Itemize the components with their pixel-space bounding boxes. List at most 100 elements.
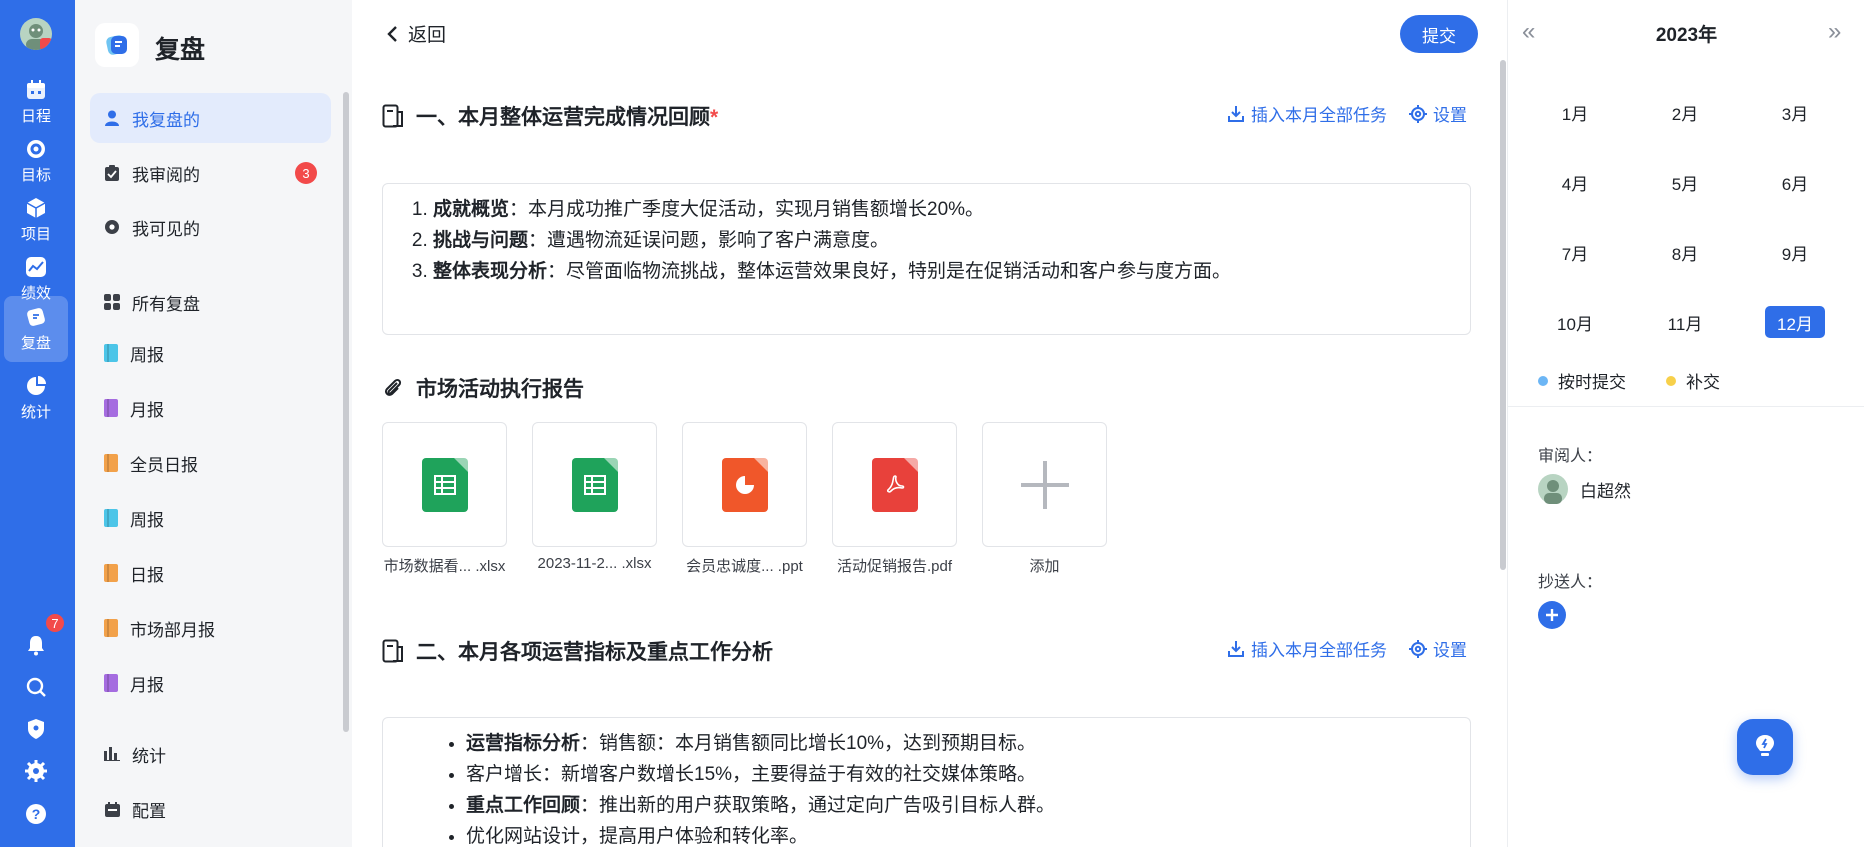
sidebar-item-visible-to-me[interactable]: 我可见的 [90, 202, 331, 252]
sidebar-item-template[interactable]: 日报 [90, 548, 331, 598]
section-1-editor[interactable]: 成就概览：本月成功推广季度大促活动，实现月销售额增长20%。 挑战与问题：遭遇物… [382, 183, 1471, 335]
calendar-panel: « 2023年 » 1月 2月 3月 4月 5月 6月 7月 8月 9月 10月… [1507, 0, 1864, 847]
rail-item-schedule[interactable]: 日程 [4, 70, 68, 134]
back-button[interactable]: 返回 [386, 20, 446, 47]
sidebar-item-label: 我可见的 [132, 219, 200, 239]
document-outline-icon [382, 104, 404, 128]
sidebar-item-template[interactable]: 周报 [90, 493, 331, 543]
calendar-icon [25, 79, 47, 101]
attachment-name: 市场数据看... .xlsx [383, 558, 506, 575]
insert-tasks-label: 插入本月全部任务 [1251, 641, 1387, 660]
month-cell[interactable]: 4月 [1545, 166, 1605, 198]
search-icon[interactable] [23, 674, 49, 700]
spreadsheet-file-icon [421, 457, 468, 512]
bell-icon[interactable] [23, 632, 49, 658]
sidebar-item-all-reviews[interactable]: 所有复盘 [90, 277, 331, 327]
secondary-sidebar: 复盘 我复盘的 我审阅的 3 我可见的 所有复盘 周报 月报 全员日报 周报 日… [75, 0, 352, 847]
grid-icon [104, 294, 120, 310]
sidebar-item-template[interactable]: 全员日报 [90, 438, 331, 488]
month-cell[interactable]: 11月 [1655, 306, 1715, 338]
list-item: 挑战与问题：遭遇物流延误问题，影响了客户满意度。 [433, 225, 1470, 256]
calendar-year: 2023年 [1655, 25, 1718, 46]
rail-item-project[interactable]: 项目 [4, 188, 68, 252]
sidebar-item-label: 日报 [130, 565, 164, 585]
sidebar-item-label: 市场部月报 [130, 620, 215, 640]
sidebar-item-template[interactable]: 月报 [90, 658, 331, 708]
month-cell-selected[interactable]: 12月 [1765, 306, 1825, 338]
rail-item-stats[interactable]: 统计 [4, 366, 68, 430]
submit-button[interactable]: 提交 [1400, 15, 1478, 53]
settings-button[interactable]: 设置 [1409, 101, 1467, 126]
reviewer[interactable]: 白超然 [1538, 474, 1631, 504]
gear-icon[interactable] [23, 758, 49, 784]
chart-icon [25, 256, 47, 278]
month-cell[interactable]: 6月 [1765, 166, 1825, 198]
sidebar-item-template[interactable]: 月报 [90, 383, 331, 433]
clipboard-icon [104, 165, 120, 181]
chevron-left-icon [386, 25, 398, 43]
sidebar-item-my-reviews[interactable]: 我复盘的 [90, 93, 331, 143]
month-cell[interactable]: 7月 [1545, 236, 1605, 268]
gear-icon [1409, 104, 1427, 123]
help-icon[interactable]: ? [23, 801, 49, 827]
add-cc-button[interactable] [1538, 601, 1566, 629]
calendar-config-icon [104, 801, 120, 817]
attachment-item[interactable]: 市场数据看... .xlsx [382, 422, 507, 576]
nav-rail: 日程 目标 项目 绩效 复盘 统计 7 ? [0, 0, 75, 847]
attachment-list: 市场数据看... .xlsx 2023-11-2... .xlsx 会员忠诚度.… [382, 422, 1107, 576]
reviewer-name: 白超然 [1580, 481, 1631, 501]
sidebar-scrollbar[interactable] [343, 92, 349, 732]
month-cell[interactable]: 2月 [1655, 96, 1715, 128]
month-cell[interactable]: 5月 [1655, 166, 1715, 198]
pie-icon [25, 375, 47, 397]
section-2-title-text: 二、本月各项运营指标及重点工作分析 [416, 641, 773, 664]
sidebar-item-reviewed-by-me[interactable]: 我审阅的 3 [90, 148, 331, 198]
sidebar-item-label: 所有复盘 [132, 294, 200, 314]
review-editor: 返回 提交 一、本月整体运营完成情况回顾* 插入本月全部任务 设置 成就概览：本… [352, 0, 1507, 847]
sidebar-item-template[interactable]: 周报 [90, 328, 331, 378]
submission-legend: 按时提交 补交 [1538, 368, 1720, 393]
document-icon [104, 344, 118, 362]
insert-icon [1227, 105, 1245, 123]
attachment-name: 会员忠诚度... .ppt [686, 558, 803, 575]
plus-icon [1019, 459, 1071, 511]
main-scrollbar[interactable] [1500, 60, 1506, 570]
settings-button[interactable]: 设置 [1409, 636, 1467, 661]
insert-tasks-button[interactable]: 插入本月全部任务 [1227, 101, 1387, 126]
month-cell[interactable]: 8月 [1655, 236, 1715, 268]
divider [1508, 406, 1864, 407]
next-year-button[interactable]: » [1828, 18, 1841, 46]
month-cell[interactable]: 1月 [1545, 96, 1605, 128]
notification-badge: 7 [44, 612, 66, 634]
rail-label: 项目 [20, 225, 51, 243]
sidebar-item-template[interactable]: 市场部月报 [90, 603, 331, 653]
review-app-logo [95, 23, 139, 67]
add-attachment-label: 添加 [1029, 558, 1060, 575]
month-cell[interactable]: 9月 [1765, 236, 1825, 268]
rail-item-review[interactable]: 复盘 [4, 296, 68, 362]
month-cell[interactable]: 10月 [1545, 306, 1605, 338]
user-avatar[interactable] [20, 18, 52, 50]
sidebar-item-label: 我复盘的 [132, 110, 200, 130]
assistant-fab-button[interactable] [1737, 719, 1793, 775]
attachment-item[interactable]: 活动促销报告.pdf [832, 422, 957, 576]
month-cell[interactable]: 3月 [1765, 96, 1825, 128]
bar-chart-icon [104, 746, 120, 762]
rail-item-goal[interactable]: 目标 [4, 129, 68, 193]
attachment-item[interactable]: 2023-11-2... .xlsx [532, 422, 657, 576]
shield-icon[interactable] [23, 716, 49, 742]
sidebar-item-stats[interactable]: 统计 [90, 729, 331, 779]
add-attachment-button[interactable]: 添加 [982, 422, 1107, 576]
attachment-item[interactable]: 会员忠诚度... .ppt [682, 422, 807, 576]
document-icon [104, 619, 118, 637]
cube-icon [25, 197, 47, 219]
attachment-name: 活动促销报告.pdf [836, 558, 953, 575]
eye-icon [104, 219, 120, 235]
list-item: 成就概览：本月成功推广季度大促活动，实现月销售额增长20%。 [433, 194, 1470, 225]
section-2-editor[interactable]: 运营指标分析：销售额：本月销售额同比增长10%，达到预期目标。 客户增长：新增客… [382, 717, 1471, 847]
presentation-file-icon [721, 457, 768, 512]
sidebar-item-config[interactable]: 配置 [90, 784, 331, 834]
insert-tasks-button[interactable]: 插入本月全部任务 [1227, 636, 1387, 661]
required-mark: * [710, 106, 719, 129]
sidebar-item-label: 周报 [130, 345, 164, 365]
